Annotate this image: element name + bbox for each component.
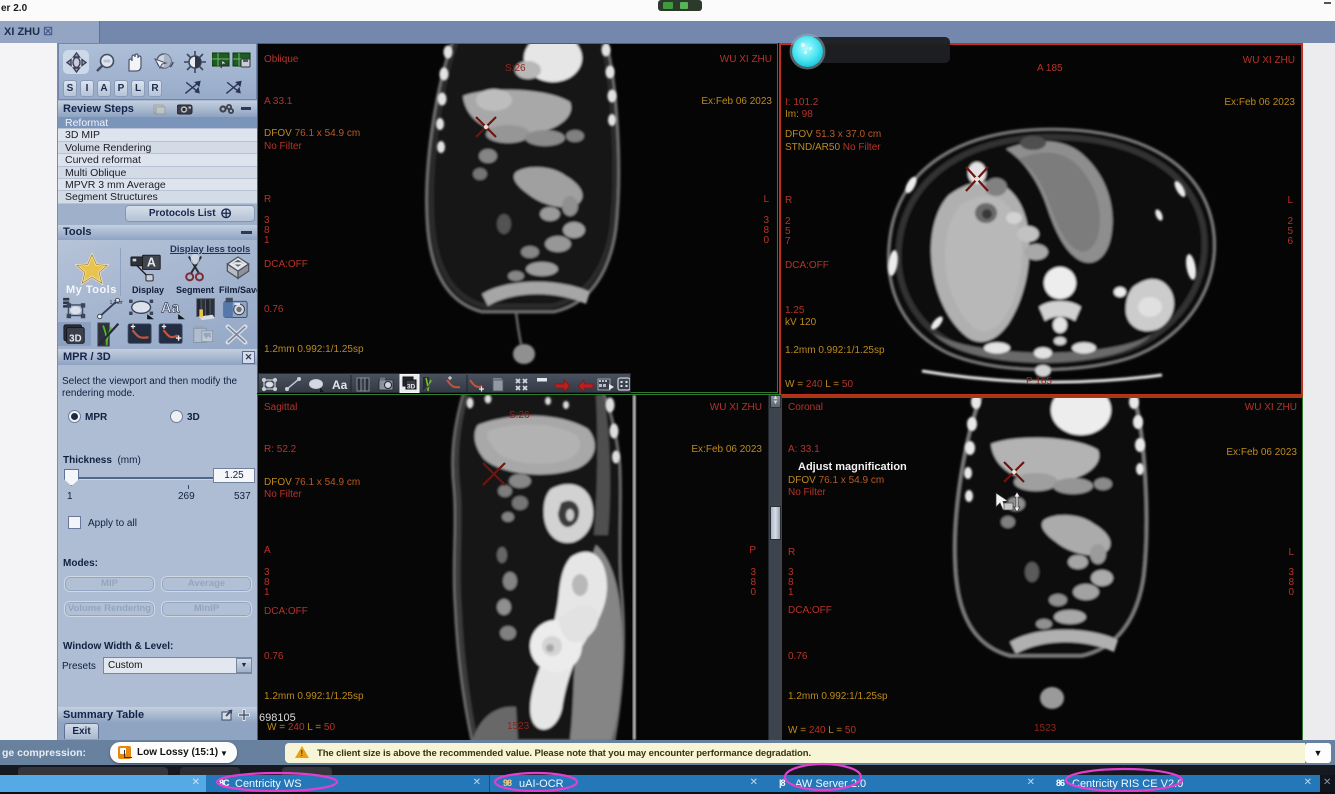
svg-text:A: A [147, 256, 156, 270]
svg-text:1.2cm: 1.2cm [110, 300, 124, 306]
svg-text:3D: 3D [407, 384, 416, 391]
svg-text:Aa: Aa [161, 300, 181, 316]
svg-text:Aa: Aa [332, 378, 348, 392]
svg-text:3D: 3D [69, 334, 81, 345]
